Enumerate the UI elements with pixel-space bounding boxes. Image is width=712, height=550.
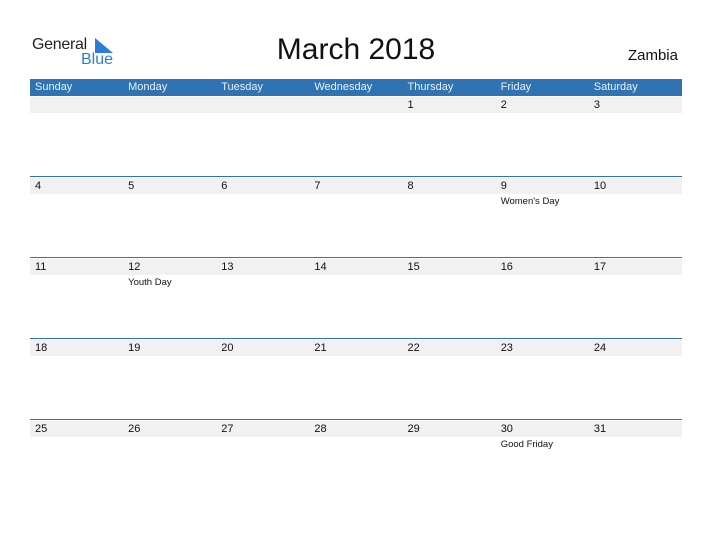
week-row: 25 26 27 28 29 30 Good Friday 31 — [30, 419, 682, 501]
week-divider — [30, 419, 682, 420]
day-number: 3 — [593, 99, 600, 111]
day-cell: 10 — [589, 178, 682, 258]
day-cell — [123, 97, 216, 177]
day-number: 5 — [128, 180, 135, 192]
day-number: 20 — [221, 342, 234, 354]
day-number: 4 — [35, 180, 42, 192]
day-number: 22 — [407, 342, 420, 354]
day-cell: 17 — [589, 259, 682, 339]
day-cell: 12 Youth Day — [123, 259, 216, 339]
day-cell: 22 — [403, 340, 496, 420]
day-number: 25 — [35, 423, 48, 435]
day-cell: 14 — [309, 259, 402, 339]
week-row: 4 5 6 7 8 9 Women's Day 10 — [30, 176, 682, 258]
day-number: 24 — [593, 342, 607, 354]
day-number: 8 — [407, 180, 414, 192]
day-cell: 4 — [30, 178, 123, 258]
calendar-title: March 2018 — [276, 33, 436, 66]
week-divider — [30, 338, 682, 339]
day-cell: 1 — [403, 97, 496, 177]
day-number: 15 — [407, 261, 420, 273]
holiday-label: Youth Day — [128, 277, 172, 288]
day-cell — [30, 97, 123, 177]
week-divider — [30, 176, 682, 177]
day-cell: 31 — [589, 421, 682, 501]
day-cell: 26 — [123, 421, 216, 501]
day-cell: 21 — [309, 340, 402, 420]
country-label: Zambia — [627, 47, 678, 64]
day-cell: 18 — [30, 340, 123, 420]
day-number: 28 — [314, 423, 327, 435]
day-cell: 29 — [403, 421, 496, 501]
day-cell: 6 — [216, 178, 309, 258]
day-cell: 24 — [589, 340, 682, 420]
day-cell: 11 — [30, 259, 123, 339]
weekday-thursday: Thursday — [407, 81, 454, 93]
weekday-sunday: Sunday — [35, 81, 73, 93]
day-cell — [216, 97, 309, 177]
weekday-friday: Friday — [500, 81, 532, 93]
day-cell: 30 Good Friday — [496, 421, 589, 501]
day-number: 29 — [407, 423, 420, 435]
day-number: 12 — [128, 261, 141, 273]
day-cell: 9 Women's Day — [496, 178, 589, 258]
day-cell: 27 — [216, 421, 309, 501]
weekday-wednesday: Wednesday — [314, 81, 373, 93]
day-cell: 15 — [403, 259, 496, 339]
day-cell: 28 — [309, 421, 402, 501]
day-number: 16 — [500, 261, 513, 273]
week-divider — [30, 257, 682, 258]
day-number: 14 — [314, 261, 327, 273]
day-cell: 19 — [123, 340, 216, 420]
day-cell: 25 — [30, 421, 123, 501]
holiday-label: Women's Day — [500, 196, 560, 207]
day-number: 1 — [407, 99, 414, 111]
day-number: 9 — [500, 180, 507, 192]
day-number: 31 — [593, 423, 607, 435]
day-number: 6 — [221, 180, 228, 192]
weekday-header: Sunday Monday Tuesday Wednesday Thursday… — [30, 79, 682, 96]
day-number: 27 — [221, 423, 234, 435]
week-row: 11 12 Youth Day 13 14 15 16 17 — [30, 257, 682, 339]
day-number: 30 — [500, 423, 513, 435]
day-number: 17 — [593, 261, 607, 273]
day-cell: 16 — [496, 259, 589, 339]
day-cell: 20 — [216, 340, 309, 420]
day-number: 7 — [314, 180, 321, 192]
day-cell: 5 — [123, 178, 216, 258]
holiday-label: Good Friday — [500, 439, 553, 450]
weekday-tuesday: Tuesday — [221, 81, 264, 93]
day-cell: 13 — [216, 259, 309, 339]
day-number: 21 — [314, 342, 327, 354]
day-number: 2 — [500, 99, 507, 111]
day-cell: 7 — [309, 178, 402, 258]
day-number: 18 — [35, 342, 48, 354]
day-number: 19 — [128, 342, 141, 354]
week-row: 1 2 3 — [30, 97, 682, 177]
day-cell: 8 — [403, 178, 496, 258]
day-cell: 2 — [496, 97, 589, 177]
day-number: 23 — [500, 342, 513, 354]
day-number: 26 — [128, 423, 141, 435]
weekday-monday: Monday — [128, 81, 168, 93]
day-cell — [309, 97, 402, 177]
day-cell: 23 — [496, 340, 589, 420]
day-number: 10 — [593, 180, 607, 192]
day-number: 13 — [221, 261, 234, 273]
weekday-saturday: Saturday — [593, 81, 638, 93]
day-cell: 3 — [589, 97, 682, 177]
day-number: 11 — [35, 261, 47, 273]
week-row: 18 19 20 21 22 23 24 — [30, 338, 682, 420]
